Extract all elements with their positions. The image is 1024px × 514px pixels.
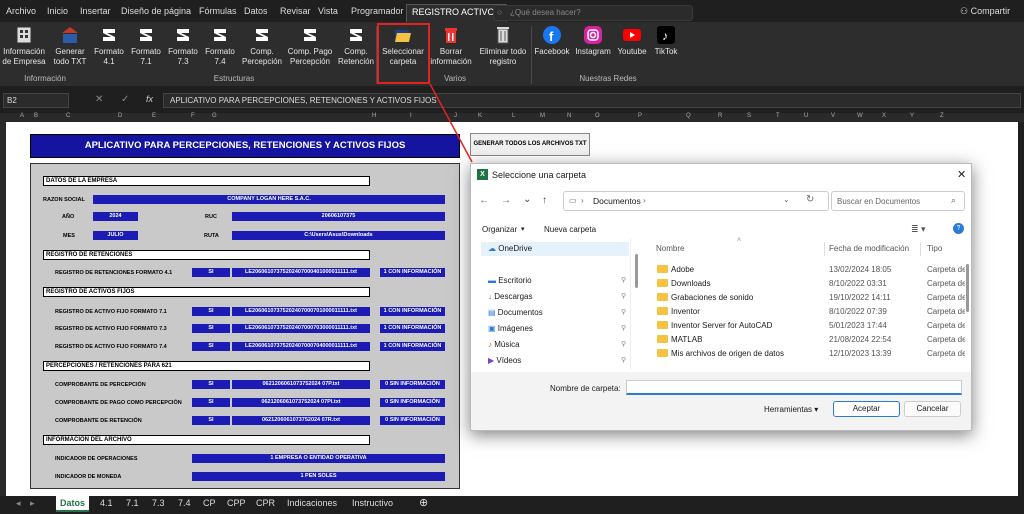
pin-icon: ⚲	[621, 357, 627, 364]
image-icon: ▣	[488, 324, 498, 333]
file-row[interactable]: Inventor	[657, 307, 700, 316]
file-row[interactable]: Downloads	[657, 279, 711, 288]
organize-button[interactable]: Organizar	[482, 225, 517, 234]
tools-menu[interactable]: Herramientas ▾	[764, 405, 818, 414]
nav-item-documentos[interactable]: ▤ Documentos	[488, 308, 543, 317]
folder-icon	[657, 265, 668, 273]
pin-icon: ⚲	[621, 325, 627, 332]
file-date: 19/10/2022 14:11	[829, 293, 891, 302]
file-date: 5/01/2023 17:44	[829, 321, 887, 330]
column-name-header[interactable]: Nombre	[656, 244, 684, 253]
folder-icon	[657, 321, 668, 329]
cancel-button[interactable]: Cancelar	[904, 401, 961, 417]
chevron-down-icon: ▾	[521, 226, 525, 233]
file-type: Carpeta de	[927, 293, 965, 302]
close-icon[interactable]: ✕	[957, 168, 966, 181]
nav-item-videos[interactable]: ▶ Vídeos	[488, 356, 521, 365]
dialog-title: Seleccione una carpeta	[492, 170, 587, 180]
nav-item-descargas[interactable]: ↓ Descargas	[488, 292, 532, 301]
folder-icon	[657, 279, 668, 287]
folder-icon	[657, 293, 668, 301]
pin-icon: ⚲	[621, 309, 627, 316]
pin-icon: ⚲	[621, 293, 627, 300]
file-row[interactable]: Inventor Server for AutoCAD	[657, 321, 772, 330]
file-type: Carpeta de	[927, 349, 965, 358]
desktop-icon: ▬	[488, 276, 499, 285]
file-type: Carpeta de	[927, 307, 965, 316]
sort-up-icon: ˄	[737, 237, 742, 244]
view-options-icon[interactable]: ≣ ▾	[911, 224, 926, 235]
folder-icon	[657, 307, 668, 315]
chevron-down-icon[interactable]: ⌄	[783, 195, 790, 204]
divider	[920, 242, 921, 256]
document-icon: ▤	[488, 308, 498, 317]
file-type: Carpeta de	[927, 279, 965, 288]
file-type: Carpeta de	[927, 335, 965, 344]
breadcrumb[interactable]: Documentos	[593, 196, 641, 206]
file-row[interactable]: Adobe	[657, 265, 694, 274]
folder-name-input[interactable]	[626, 380, 962, 395]
folder-name-label: Nombre de carpeta:	[550, 384, 621, 393]
file-row[interactable]: Mis archivos de origen de datos	[657, 349, 784, 358]
file-date: 12/10/2023 13:39	[829, 349, 892, 358]
file-date: 13/02/2024 18:05	[829, 265, 892, 274]
file-type: Carpeta de	[927, 265, 965, 274]
accept-button[interactable]: Aceptar	[833, 401, 900, 417]
chevron-right-icon: ›	[643, 196, 646, 205]
navigation-pane	[471, 238, 631, 370]
file-date: 21/08/2024 22:54	[829, 335, 892, 344]
back-icon[interactable]: ←	[479, 195, 489, 206]
pin-icon: ⚲	[621, 277, 627, 284]
forward-icon[interactable]: →	[501, 195, 511, 206]
column-date-header[interactable]: Fecha de modificación	[829, 244, 909, 253]
nav-item-musica[interactable]: ♪ Música	[488, 340, 520, 349]
file-row[interactable]: Grabaciones de sonido	[657, 293, 753, 302]
nav-item-escritorio[interactable]: ▬ Escritorio	[488, 276, 532, 285]
file-type: Carpeta de	[927, 321, 965, 330]
nav-item-onedrive[interactable]: ☁ OneDrive	[488, 244, 532, 253]
chevron-down-icon[interactable]: ⌄	[523, 194, 531, 205]
chevron-right-icon: ›	[581, 196, 584, 205]
file-list-scrollbar[interactable]	[966, 264, 969, 312]
cloud-icon: ☁	[488, 244, 499, 253]
search-field-placeholder: Buscar en Documentos	[837, 197, 921, 206]
refresh-icon[interactable]: ↻	[806, 194, 814, 205]
monitor-icon: ▭	[569, 196, 577, 205]
folder-icon	[657, 335, 668, 343]
file-row[interactable]: MATLAB	[657, 335, 702, 344]
folder-icon	[657, 349, 668, 357]
pin-icon: ⚲	[621, 341, 627, 348]
column-type-header[interactable]: Tipo	[927, 244, 942, 253]
file-date: 8/10/2022 03:31	[829, 279, 887, 288]
search-icon: ⌕	[951, 195, 957, 205]
help-icon[interactable]: ?	[953, 223, 964, 234]
file-date: 8/10/2022 07:39	[829, 307, 887, 316]
up-arrow-icon[interactable]: ↑	[542, 195, 547, 206]
excel-icon: X	[477, 169, 488, 180]
divider	[824, 242, 825, 256]
nav-scrollbar[interactable]	[635, 254, 638, 288]
select-folder-dialog: X Seleccione una carpeta ✕ ← → ⌄ ↑ ▭ › D…	[470, 163, 972, 431]
nav-item-imagenes[interactable]: ▣ Imágenes	[488, 324, 533, 333]
new-folder-button[interactable]: Nueva carpeta	[544, 225, 596, 234]
